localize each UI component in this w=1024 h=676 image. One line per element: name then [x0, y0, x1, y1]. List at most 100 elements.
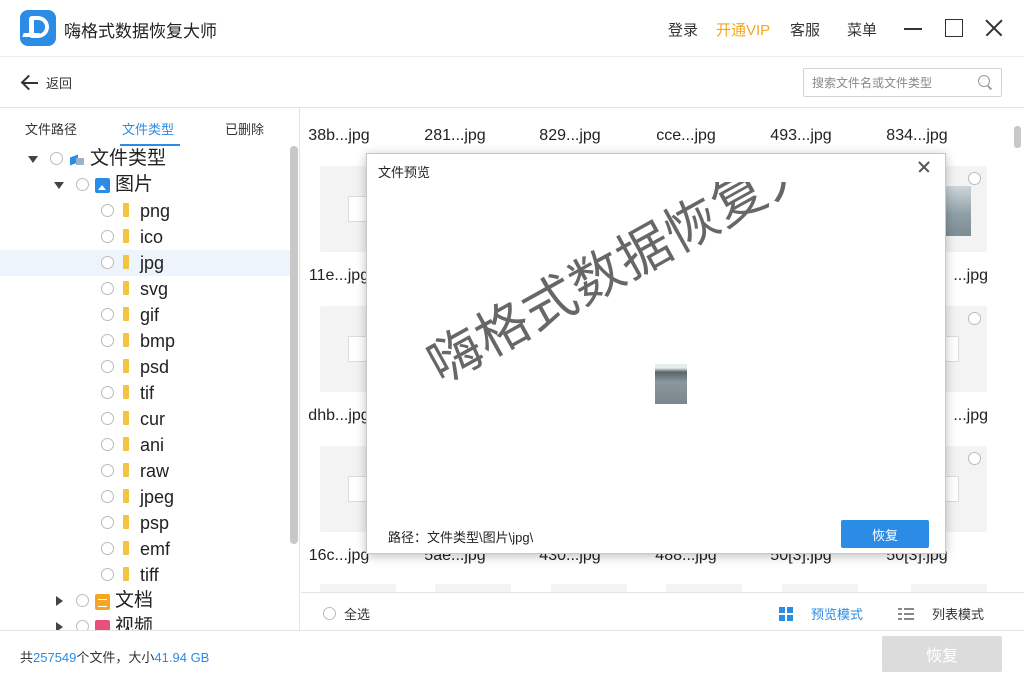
tile-radio[interactable] — [968, 452, 981, 465]
tree-item-ext[interactable]: cur — [0, 406, 290, 432]
ext-radio[interactable] — [101, 542, 114, 555]
ext-label: emf — [140, 539, 171, 559]
search-box[interactable] — [803, 68, 1002, 97]
grid-scrollbar[interactable] — [1014, 126, 1021, 148]
tab-file-path[interactable]: 文件路径 — [25, 119, 77, 138]
ext-radio[interactable] — [101, 256, 114, 269]
ext-radio[interactable] — [101, 386, 114, 399]
status-bar: 共257549个文件，大小41.94 GB 恢复 — [0, 630, 1024, 676]
chevron-right-icon[interactable] — [56, 596, 63, 606]
tree-node-documents[interactable]: 文档 — [0, 588, 290, 614]
tree-node-label: 视频 — [115, 616, 154, 630]
file-tile[interactable] — [551, 584, 627, 592]
back-button[interactable]: 返回 — [20, 71, 72, 93]
tree-item-ext[interactable]: bmp — [0, 328, 290, 354]
customer-service-link[interactable]: 客服 — [790, 19, 820, 40]
ext-radio[interactable] — [101, 204, 114, 217]
search-icon[interactable] — [978, 75, 993, 90]
file-icon — [348, 196, 368, 222]
ext-label: ani — [140, 435, 165, 455]
ext-label: tiff — [140, 565, 159, 585]
file-icon — [348, 476, 368, 502]
ext-radio[interactable] — [101, 490, 114, 503]
ext-radio[interactable] — [101, 438, 114, 451]
app-title: 嗨格式数据恢复大师 — [64, 22, 217, 41]
ext-radio[interactable] — [101, 334, 114, 347]
tab-file-type[interactable]: 文件类型 — [122, 119, 174, 138]
file-tile[interactable] — [666, 584, 742, 592]
file-type-tree: 文件类型 图片 png ico jpg svg gif bmp psd tif … — [0, 146, 290, 630]
file-tile[interactable] — [782, 584, 858, 592]
tree-item-ext[interactable]: psp — [0, 510, 290, 536]
ext-radio[interactable] — [101, 282, 114, 295]
list-mode-label: 列表模式 — [932, 607, 985, 622]
tree-item-ext[interactable]: emf — [0, 536, 290, 562]
tree-item-ext[interactable]: tif — [0, 380, 290, 406]
menu-link[interactable]: 菜单 — [847, 19, 877, 40]
ext-radio[interactable] — [101, 412, 114, 425]
tree-item-ext[interactable]: jpeg — [0, 484, 290, 510]
vip-link[interactable]: 开通VIP — [716, 19, 770, 40]
tree-item-ext[interactable]: gif — [0, 302, 290, 328]
close-icon[interactable] — [983, 17, 1005, 39]
select-all-toggle[interactable]: 全选 — [315, 604, 370, 623]
file-name: 38b...jpg — [308, 127, 370, 144]
left-panel: 文件路径 文件类型 已删除 文件类型 图片 png ico jpg svg gi… — [0, 108, 300, 630]
ext-radio[interactable] — [101, 464, 114, 477]
file-icon — [348, 336, 368, 362]
documents-radio[interactable] — [76, 594, 89, 607]
tree-node-root[interactable]: 文件类型 — [0, 146, 290, 172]
select-all-radio[interactable] — [323, 607, 336, 620]
login-link[interactable]: 登录 — [668, 19, 698, 40]
tree-item-ext[interactable]: tiff — [0, 562, 290, 588]
file-name: 834...jpg — [886, 127, 948, 144]
maximize-icon[interactable] — [943, 17, 965, 39]
tree-item-ext[interactable]: ico — [0, 224, 290, 250]
tree-item-ext[interactable]: psd — [0, 354, 290, 380]
file-type-icon — [70, 152, 84, 166]
file-tile[interactable] — [435, 584, 511, 592]
images-radio[interactable] — [76, 178, 89, 191]
ext-radio[interactable] — [101, 308, 114, 321]
ext-radio[interactable] — [101, 568, 114, 581]
tree-node-video[interactable]: 视频 — [0, 614, 290, 630]
dialog-recover-button[interactable]: 恢复 — [841, 520, 929, 548]
tree-item-ext[interactable]: svg — [0, 276, 290, 302]
ext-radio[interactable] — [101, 516, 114, 529]
file-tile[interactable] — [911, 584, 987, 592]
tile-radio[interactable] — [968, 172, 981, 185]
close-icon[interactable] — [915, 158, 933, 176]
search-input[interactable] — [812, 73, 972, 93]
chevron-down-icon[interactable] — [28, 156, 38, 163]
select-all-label: 全选 — [344, 607, 371, 622]
ext-radio[interactable] — [101, 360, 114, 373]
ext-label: cur — [140, 409, 166, 429]
total-size: 41.94 GB — [154, 650, 210, 665]
video-radio[interactable] — [76, 620, 89, 630]
back-arrow-icon — [20, 72, 40, 92]
chevron-right-icon[interactable] — [56, 622, 63, 630]
list-view-icon — [898, 607, 914, 621]
tree-item-ext[interactable]: ani — [0, 432, 290, 458]
image-icon — [95, 178, 110, 193]
folder-icon — [123, 281, 129, 295]
ext-label: png — [140, 201, 171, 221]
root-radio[interactable] — [50, 152, 63, 165]
ext-radio[interactable] — [101, 230, 114, 243]
title-bar: 嗨格式数据恢复大师 登录 开通VIP 客服 菜单 — [0, 0, 1024, 56]
chevron-down-icon[interactable] — [54, 182, 64, 189]
tree-node-images[interactable]: 图片 — [0, 172, 290, 198]
tab-deleted[interactable]: 已删除 — [225, 119, 264, 138]
minimize-icon[interactable] — [902, 17, 924, 39]
tile-radio[interactable] — [968, 312, 981, 325]
tree-item-ext-selected[interactable]: jpg — [0, 250, 290, 276]
preview-mode-button[interactable]: 预览模式 — [779, 604, 863, 623]
tree-item-ext[interactable]: png — [0, 198, 290, 224]
summary-middle: 个文件，大小 — [76, 650, 155, 665]
file-tile[interactable] — [320, 584, 396, 592]
toolbar: 返回 — [0, 56, 1024, 108]
tree-scrollbar[interactable] — [290, 146, 298, 544]
tree-item-ext[interactable]: raw — [0, 458, 290, 484]
recover-button[interactable]: 恢复 — [882, 636, 1002, 672]
list-mode-button[interactable]: 列表模式 — [898, 604, 984, 623]
